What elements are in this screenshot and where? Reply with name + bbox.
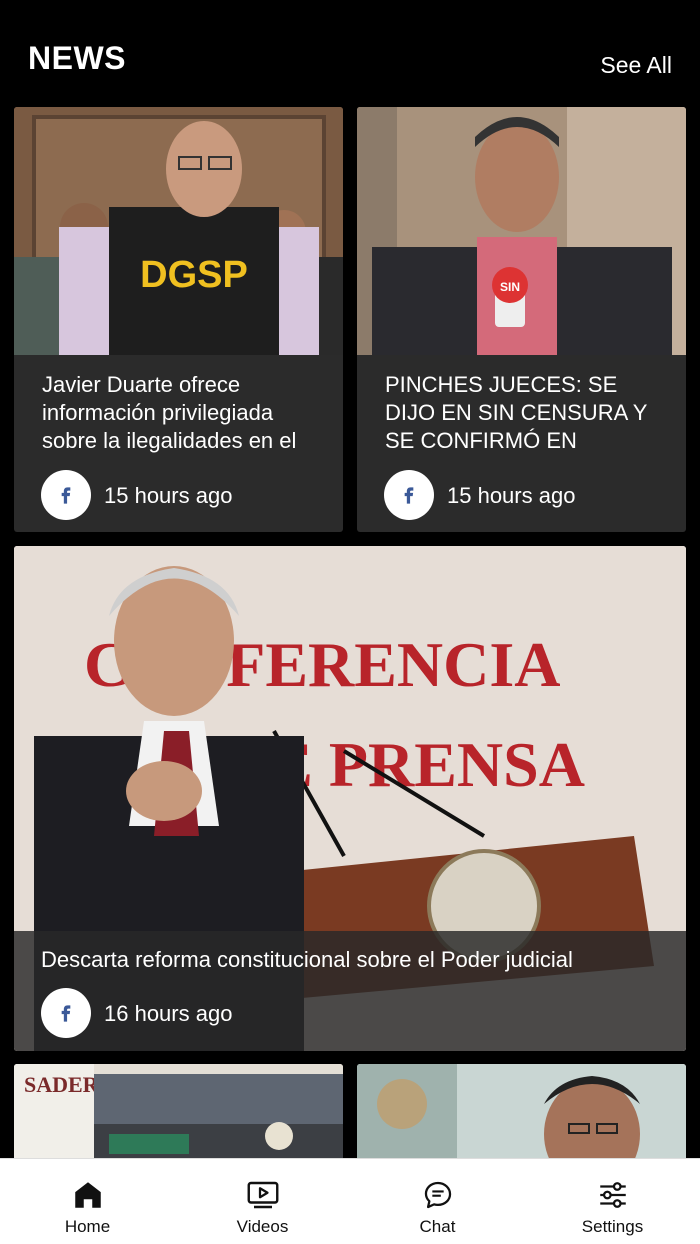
nav-label: Chat: [419, 1217, 456, 1236]
facebook-icon: [41, 470, 91, 520]
news-time: 15 hours ago: [447, 483, 576, 508]
news-thumbnail: SADER: [14, 1064, 343, 1164]
news-card[interactable]: SIN PINCHES JUECES: SE DIJO EN SIN CENSU…: [357, 107, 686, 532]
see-all-link[interactable]: See All: [600, 52, 672, 79]
news-card[interactable]: [357, 1064, 686, 1164]
nav-videos[interactable]: Videos: [175, 1159, 350, 1244]
settings-icon: [595, 1177, 631, 1213]
nav-chat[interactable]: Chat: [350, 1159, 525, 1244]
bottom-navigation: Home Videos Chat Settings: [0, 1158, 700, 1244]
facebook-icon: [384, 470, 434, 520]
news-card[interactable]: DGSP Javier Duarte ofrece información pr…: [14, 107, 343, 532]
header: NEWS See All: [0, 0, 700, 100]
news-card-featured[interactable]: CONFERENCIA DE PRENSA Descarta reforma c…: [14, 546, 686, 1051]
news-headline: PINCHES JUECES: SE DIJO EN SIN CENSURA Y…: [385, 372, 648, 453]
video-icon: [245, 1177, 281, 1213]
news-time: 16 hours ago: [104, 1001, 233, 1026]
page-title: NEWS: [28, 40, 126, 76]
nav-label: Home: [64, 1217, 111, 1236]
nav-label: Settings: [581, 1217, 644, 1236]
vest-text: DGSP: [140, 254, 248, 296]
nav-settings[interactable]: Settings: [525, 1159, 700, 1244]
news-thumbnail: DGSP: [14, 107, 343, 355]
home-icon: [70, 1177, 106, 1213]
news-thumbnail: [357, 1064, 686, 1164]
news-thumbnail: SIN: [357, 107, 686, 355]
nav-label: Videos: [236, 1217, 289, 1236]
mic-text: SIN: [500, 280, 520, 294]
news-headline: Descarta reforma constitucional sobre el…: [41, 947, 573, 972]
news-headline: Javier Duarte ofrece información privile…: [42, 372, 297, 453]
nav-home[interactable]: Home: [0, 1159, 175, 1244]
news-time: 15 hours ago: [104, 483, 233, 508]
news-card[interactable]: SADER: [14, 1064, 343, 1164]
facebook-icon: [41, 988, 91, 1038]
chat-icon: [420, 1177, 456, 1213]
sader-text: SADER: [24, 1072, 100, 1097]
